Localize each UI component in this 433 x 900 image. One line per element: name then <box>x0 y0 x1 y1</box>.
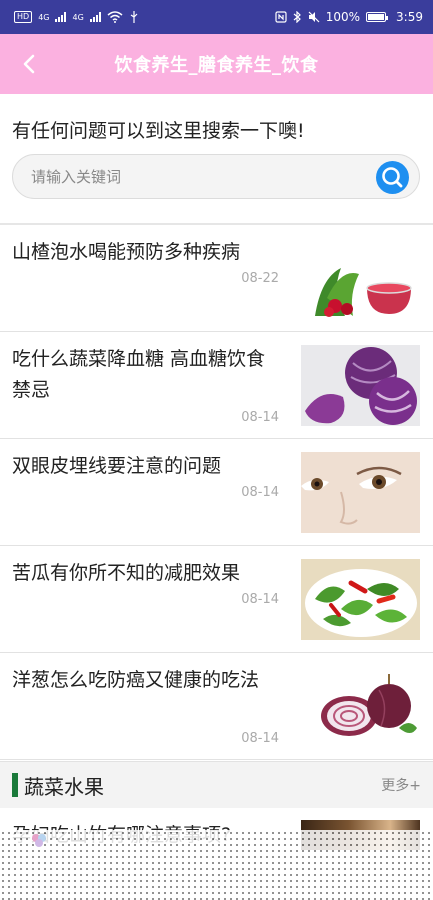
article-date: 08-22 <box>241 271 279 286</box>
article-title: 山楂泡水喝能预防多种疾病 <box>12 241 241 263</box>
list-item[interactable]: 洋葱怎么吃防癌又健康的吃法 08-14 <box>0 653 433 760</box>
search-icon <box>382 167 403 188</box>
search-prompt: 有任何问题可以到这里搜索一下噢! <box>12 120 305 142</box>
nfc-icon <box>275 11 287 23</box>
list-item[interactable]: 吃什么蔬菜降血糖 高血糖饮食禁忌 08-14 <box>0 332 433 439</box>
article-list: 山楂泡水喝能预防多种疾病 08-22 吃什么蔬菜降血糖 高血糖饮食禁忌 08-1… <box>0 225 433 760</box>
signal-icon-2 <box>89 12 101 22</box>
search-section: 有任何问题可以到这里搜索一下噢! <box>0 94 433 222</box>
status-bar: HD 4G 4G 100% 3:59 <box>0 0 433 34</box>
page-title: 饮食养生_膳食养生_饮食 <box>114 55 319 76</box>
list-item[interactable]: 双眼皮埋线要注意的问题 08-14 <box>0 439 433 546</box>
search-box <box>12 154 420 199</box>
article-date: 08-14 <box>241 410 279 425</box>
section-title: 蔬菜水果 <box>24 775 104 799</box>
search-input[interactable] <box>31 163 371 191</box>
category-header: 蔬菜水果 更多+ <box>0 761 433 808</box>
back-arrow-icon[interactable] <box>16 50 44 78</box>
usb-icon <box>130 11 138 23</box>
more-link[interactable]: 更多+ <box>381 775 421 795</box>
article-date: 08-14 <box>241 731 279 746</box>
article-title: 洋葱怎么吃防癌又健康的吃法 <box>12 669 260 691</box>
article-date: 08-14 <box>241 592 279 607</box>
hawthorn-tea-image <box>301 238 420 319</box>
article-title: 双眼皮埋线要注意的问题 <box>12 455 222 477</box>
eye-closeup-image <box>301 452 420 533</box>
app-header: 饮食养生_膳食养生_饮食 <box>0 34 433 94</box>
hd-badge: HD <box>14 11 33 23</box>
wifi-icon <box>107 11 123 23</box>
dotted-overlay <box>0 830 433 900</box>
article-title: 苦瓜有你所不知的减肥效果 <box>12 562 241 584</box>
purple-cabbage-image <box>301 345 420 426</box>
list-item[interactable]: 苦瓜有你所不知的减肥效果 08-14 <box>0 546 433 653</box>
bluetooth-icon <box>293 11 301 23</box>
battery-percent: 100% <box>325 10 361 24</box>
section-accent-bar <box>12 773 18 797</box>
search-button[interactable] <box>376 161 409 194</box>
battery-icon <box>366 12 389 22</box>
red-onion-image <box>301 666 420 747</box>
mute-icon <box>308 11 320 23</box>
list-item[interactable]: 山楂泡水喝能预防多种疾病 08-22 <box>0 225 433 332</box>
network-type-1: 4G <box>38 12 50 22</box>
article-title: 吃什么蔬菜降血糖 高血糖饮食禁忌 <box>12 348 266 401</box>
signal-icon-1 <box>55 12 67 22</box>
clock: 3:59 <box>396 10 423 24</box>
bitter-melon-dish-image <box>301 559 420 640</box>
network-type-2: 4G <box>72 12 84 22</box>
flower-icon <box>32 834 46 847</box>
article-date: 08-14 <box>241 485 279 500</box>
